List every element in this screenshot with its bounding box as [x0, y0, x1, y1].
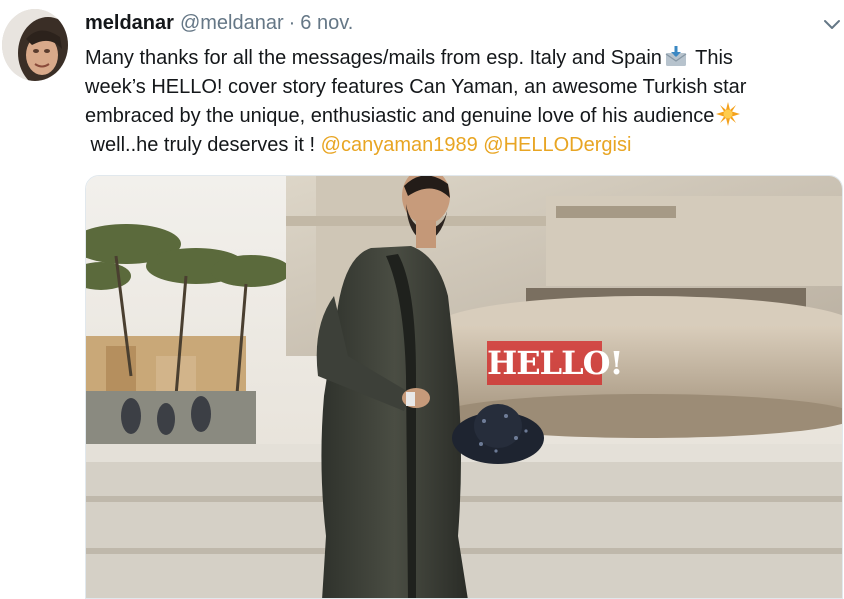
tweet-photo[interactable]: HELLO! [85, 175, 843, 599]
text-span: embraced by the unique, enthusiastic and… [85, 105, 715, 127]
tweet[interactable]: meldanar @meldanar · 6 nov. Many thanks … [0, 0, 844, 599]
tweet-header: meldanar @meldanar · 6 nov. [85, 10, 353, 36]
text-span: This [689, 47, 733, 69]
hello-watermark: HELLO! [487, 341, 624, 385]
mention-link[interactable]: @canyaman1989 [321, 134, 478, 156]
text-span: well..he truly deserves it ! [85, 134, 321, 156]
text-span: Many thanks for all the messages/mails f… [85, 47, 662, 69]
tweet-text-line: week’s HELLO! cover story features Can Y… [85, 76, 747, 98]
tweet-text: Many thanks for all the messages/mails f… [85, 44, 840, 160]
author-name[interactable]: meldanar [85, 10, 174, 36]
chevron-down-icon[interactable] [822, 14, 842, 34]
mention-link[interactable]: @HELLODergisi [483, 134, 631, 156]
glowing-star-icon [716, 102, 741, 126]
avatar[interactable] [2, 9, 68, 81]
author-handle[interactable]: @meldanar [180, 10, 284, 36]
tweet-text-line: well..he truly deserves it ! @canyaman19… [85, 131, 840, 160]
tweet-text-line: Many thanks for all the messages/mails f… [85, 44, 840, 73]
incoming-envelope-icon [664, 44, 688, 68]
header-separator: · [288, 12, 296, 34]
tweet-text-line: embraced by the unique, enthusiastic and… [85, 102, 840, 131]
tweet-date[interactable]: 6 nov. [300, 10, 353, 36]
